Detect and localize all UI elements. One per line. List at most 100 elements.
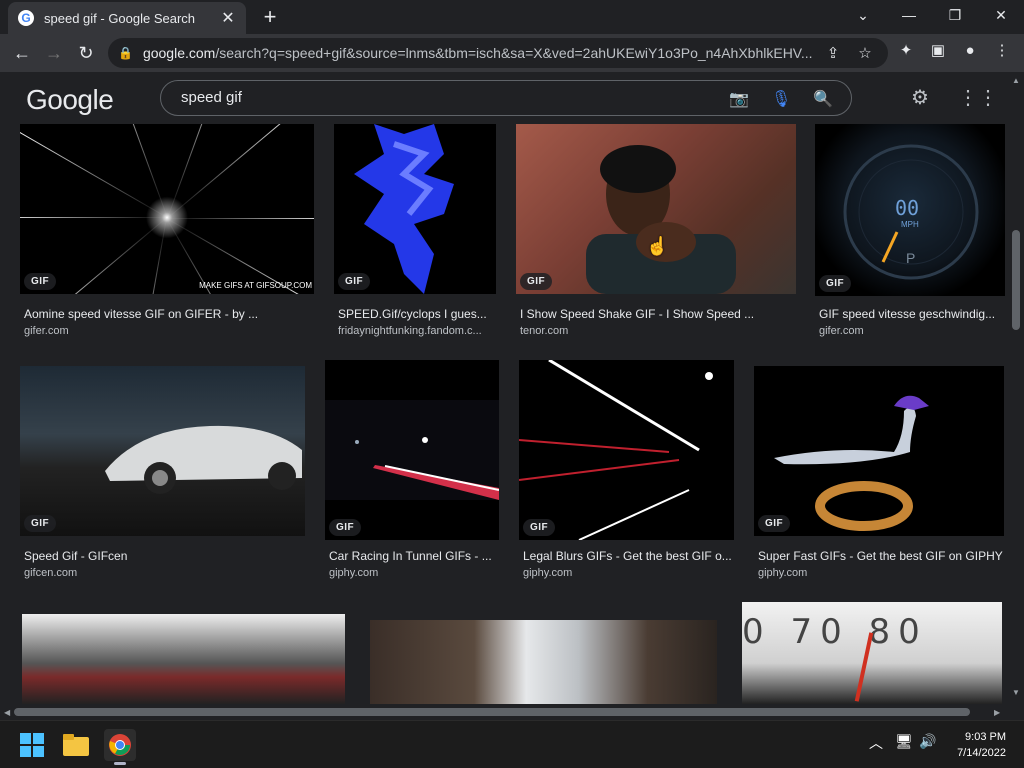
mic-icon[interactable]: 🎙 <box>771 89 791 109</box>
scroll-right-arrow[interactable]: ▶ <box>994 708 1000 717</box>
gear-icon[interactable]: ⚙ <box>908 86 932 110</box>
gif-badge: GIF <box>338 273 371 290</box>
result-card[interactable]: MAKE GIFS AT GIFSOUP.COM GIF Aomine spee… <box>20 124 314 344</box>
result-thumbnail[interactable]: GIF <box>754 366 1004 536</box>
back-arrow-icon[interactable]: ← <box>8 39 36 67</box>
result-thumbnail[interactable]: 00 MPH P GIF <box>815 124 1005 296</box>
scrollbar-thumb[interactable] <box>1012 230 1020 330</box>
result-title[interactable]: I Show Speed Shake GIF - I Show Speed ..… <box>520 307 796 321</box>
person-graphic <box>586 145 736 294</box>
scroll-down-arrow[interactable]: ▼ <box>1012 688 1020 697</box>
result-thumbnail[interactable]: GIF <box>20 366 305 536</box>
result-thumbnail[interactable] <box>22 614 345 704</box>
tab-title: speed gif - Google Search <box>44 10 196 26</box>
vertical-scrollbar[interactable]: ▲ ▼ <box>1008 72 1024 704</box>
gauge-readout: 00 <box>895 196 920 220</box>
result-card[interactable]: 00 MPH P GIF GIF speed vitesse geschwind… <box>815 124 1005 344</box>
result-title[interactable]: Legal Blurs GIFs - Get the best GIF o... <box>523 549 734 563</box>
result-title[interactable]: SPEED.Gif/cyclops I gues... <box>338 307 494 321</box>
google-logo[interactable]: Google <box>26 84 114 116</box>
result-title[interactable]: Super Fast GIFs - Get the best GIF on GI… <box>758 549 1004 563</box>
horizontal-scrollbar[interactable]: ◀ ▶ <box>0 704 1008 720</box>
result-thumbnail[interactable]: GIF <box>325 360 499 540</box>
clock-date: 7/14/2022 <box>957 747 1006 759</box>
scroll-left-arrow[interactable]: ◀ <box>4 708 10 717</box>
system-clock[interactable]: 9:03 PM 7/14/2022 <box>946 729 1006 761</box>
gif-badge: GIF <box>24 515 57 532</box>
search-icon[interactable]: 🔍 <box>813 89 833 109</box>
result-thumbnail[interactable]: GIF <box>516 124 796 294</box>
google-header: Google 📷 🎙 🔍 <box>0 72 1008 124</box>
gif-badge: GIF <box>819 275 852 292</box>
gif-badge: GIF <box>523 519 556 536</box>
result-card[interactable]: GIF Car Racing In Tunnel GIFs - ... giph… <box>325 360 499 586</box>
result-source[interactable]: giphy.com <box>523 567 734 579</box>
result-card[interactable]: 0 70 80 <box>742 602 1002 704</box>
file-explorer-icon[interactable] <box>60 729 92 761</box>
roadrunner-graphic <box>774 395 929 531</box>
google-favicon: G <box>18 10 34 26</box>
result-title[interactable]: Car Racing In Tunnel GIFs - ... <box>329 549 497 563</box>
camera-icon[interactable]: 📷 <box>729 89 749 109</box>
taskbar: ︿ 🖥 🔊 9:03 PM 7/14/2022 <box>0 720 1024 768</box>
browser-toolbar: ← → ↻ 🔒 google.com/search?q=speed+gif&so… <box>0 34 1024 72</box>
extensions-icon[interactable]: ✦ <box>894 39 918 63</box>
share-icon[interactable]: ⇪ <box>824 44 842 62</box>
result-title[interactable]: Aomine speed vitesse GIF on GIFER - by .… <box>24 307 312 321</box>
result-source[interactable]: giphy.com <box>329 567 497 579</box>
side-panel-icon[interactable]: ▣ <box>926 39 950 63</box>
address-bar[interactable]: 🔒 google.com/search?q=speed+gif&source=l… <box>108 38 888 68</box>
browser-tab-active[interactable]: G speed gif - Google Search ✕ <box>8 2 246 34</box>
apps-grid-icon[interactable]: ⋮⋮ <box>958 86 998 110</box>
tunnel-graphic <box>325 400 499 500</box>
result-title[interactable]: GIF speed vitesse geschwindig... <box>819 307 1003 321</box>
result-card[interactable]: GIF Super Fast GIFs - Get the best GIF o… <box>754 366 1004 586</box>
kebab-menu-icon[interactable]: ⋮ <box>990 39 1014 63</box>
light-streaks-graphic <box>519 360 713 540</box>
network-icon[interactable]: 🖥 <box>894 733 914 750</box>
result-thumbnail[interactable]: GIF <box>519 360 734 540</box>
speedometer-numbers: 0 70 80 <box>742 612 928 652</box>
minimize-icon[interactable]: — <box>886 0 932 30</box>
close-icon[interactable]: ✕ <box>220 8 236 28</box>
result-source[interactable]: gifcen.com <box>24 567 305 579</box>
reload-icon[interactable]: ↻ <box>72 39 100 67</box>
gif-badge: GIF <box>329 519 362 536</box>
scrollbar-thumb[interactable] <box>14 708 970 716</box>
result-card[interactable]: GIF SPEED.Gif/cyclops I gues... fridayni… <box>334 124 496 344</box>
windows-start-icon[interactable] <box>16 729 48 761</box>
chrome-icon[interactable] <box>104 729 136 765</box>
result-title[interactable]: Speed Gif - GIFcen <box>24 549 305 563</box>
chevron-down-icon[interactable]: ⌄ <box>840 0 886 30</box>
car-graphic <box>105 425 302 494</box>
result-thumbnail[interactable]: MAKE GIFS AT GIFSOUP.COM GIF <box>20 124 314 294</box>
result-source[interactable]: gifer.com <box>24 325 312 337</box>
profile-icon[interactable]: ● <box>958 39 982 63</box>
image-results-grid: MAKE GIFS AT GIFSOUP.COM GIF Aomine spee… <box>0 124 1008 704</box>
result-source[interactable]: tenor.com <box>520 325 796 337</box>
result-source[interactable]: fridaynightfunking.fandom.c... <box>338 325 494 337</box>
lock-icon[interactable]: 🔒 <box>118 46 133 60</box>
url-text[interactable]: google.com/search?q=speed+gif&source=lnm… <box>143 45 813 61</box>
result-thumbnail[interactable]: GIF <box>334 124 496 294</box>
search-input[interactable] <box>181 89 701 106</box>
result-card[interactable]: GIF Speed Gif - GIFcen gifcen.com <box>20 366 305 586</box>
plus-icon[interactable]: + <box>258 6 282 30</box>
result-thumbnail[interactable] <box>370 620 717 704</box>
chevron-up-icon[interactable]: ︿ <box>866 733 886 753</box>
window-close-icon[interactable]: ✕ <box>978 0 1024 30</box>
restore-icon[interactable]: ❐ <box>932 0 978 30</box>
result-card[interactable]: GIF Legal Blurs GIFs - Get the best GIF … <box>519 360 734 586</box>
result-source[interactable]: gifer.com <box>819 325 1003 337</box>
gauge-unit: MPH <box>901 220 919 229</box>
hand-cursor-icon: ☝ <box>646 236 669 256</box>
volume-icon[interactable]: 🔊 <box>918 733 938 750</box>
result-card[interactable] <box>370 620 717 704</box>
result-thumbnail[interactable]: 0 70 80 <box>742 602 1002 704</box>
result-card[interactable]: GIF I Show Speed Shake GIF - I Show Spee… <box>516 124 796 344</box>
star-icon[interactable]: ☆ <box>856 44 874 62</box>
result-source[interactable]: giphy.com <box>758 567 1004 579</box>
scroll-up-arrow[interactable]: ▲ <box>1012 76 1020 85</box>
result-card[interactable] <box>22 614 345 704</box>
forward-arrow-icon[interactable]: → <box>40 39 68 67</box>
